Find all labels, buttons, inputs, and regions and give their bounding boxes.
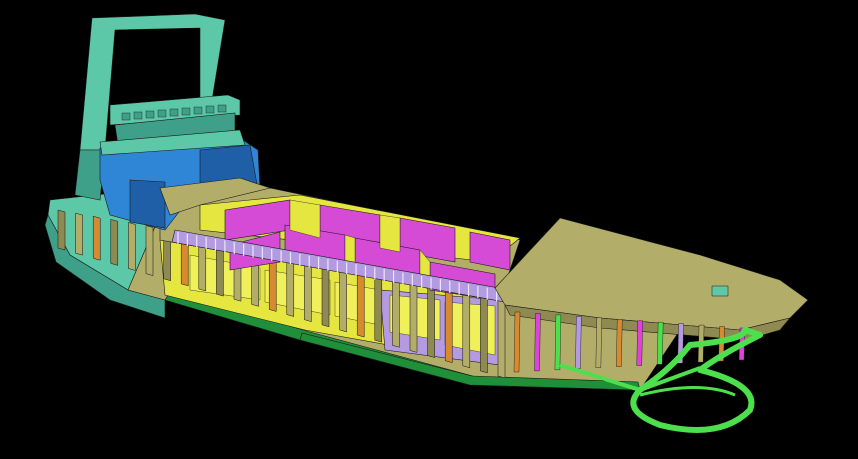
wheelhouse: [99, 94, 246, 156]
side-frame: [57, 209, 66, 251]
wheelhouse-window: [169, 108, 179, 117]
wheelhouse-window: [133, 111, 143, 120]
bow-frame: [616, 319, 623, 367]
side-frame: [145, 225, 154, 276]
wheelhouse-window: [121, 112, 131, 121]
bow-frame: [656, 321, 664, 365]
side-frame: [128, 222, 136, 271]
ship-3d-structure-view: [0, 0, 858, 459]
side-frame: [110, 219, 119, 266]
bow-frame: [534, 313, 541, 372]
bow-frame: [595, 317, 603, 368]
bow-frame: [575, 316, 582, 369]
wheelhouse-window: [181, 107, 191, 116]
wheelhouse-window: [145, 110, 155, 119]
side-frame: [92, 215, 101, 261]
wheelhouse-window: [193, 106, 203, 115]
bow-frame: [636, 320, 643, 366]
wheelhouse-window: [217, 104, 227, 113]
bow-frame: [513, 311, 521, 373]
bow-frame: [554, 314, 562, 371]
deck-fitting: [711, 285, 729, 297]
side-frame: [75, 212, 83, 256]
mast-opening: [112, 28, 200, 108]
wheelhouse-window: [157, 109, 167, 118]
wheelhouse-window: [205, 105, 215, 114]
